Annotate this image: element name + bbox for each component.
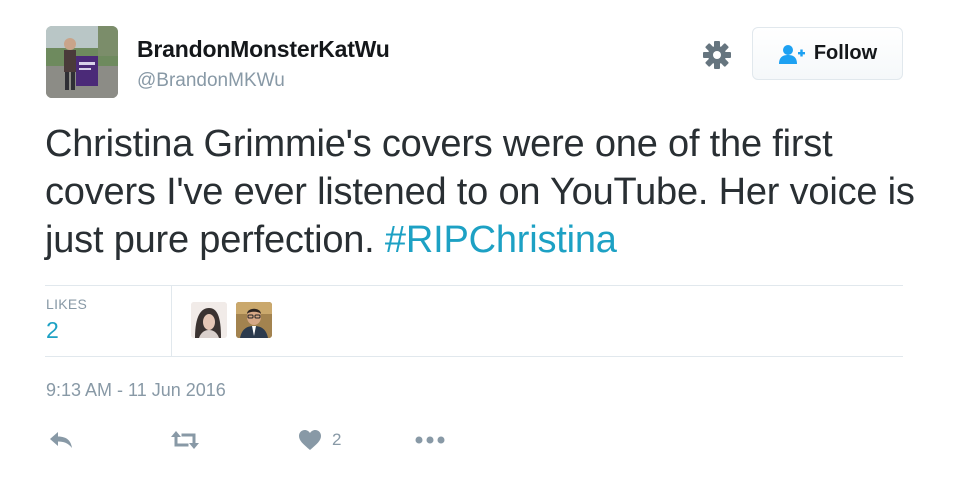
follow-button[interactable]: Follow: [752, 27, 903, 80]
gear-icon[interactable]: [700, 38, 734, 72]
add-user-icon: [778, 44, 805, 64]
liker-avatar[interactable]: [236, 302, 272, 338]
reply-button[interactable]: [48, 428, 74, 452]
more-button[interactable]: [414, 428, 446, 452]
stats-divider-top: [45, 285, 903, 286]
likes-count[interactable]: 2: [46, 317, 59, 344]
heart-icon: [299, 430, 321, 450]
tweet-text: Christina Grimmie's covers were one of t…: [45, 120, 925, 264]
reply-icon: [50, 432, 72, 448]
more-icon: [415, 436, 445, 444]
like-button[interactable]: 2: [298, 428, 341, 452]
liker-avatar[interactable]: [191, 302, 227, 338]
user-avatar[interactable]: [46, 26, 118, 98]
stats-divider-bottom: [45, 356, 903, 357]
stats-vertical-divider: [171, 286, 172, 356]
like-count: 2: [332, 430, 342, 449]
follow-label: Follow: [813, 42, 878, 64]
screen-name[interactable]: @BrandonMKWu: [137, 70, 285, 92]
timestamp[interactable]: 9:13 AM - 11 Jun 2016: [46, 380, 226, 401]
hashtag-link[interactable]: #RIPChristina: [385, 219, 617, 261]
likes-label: LIKES: [46, 296, 88, 312]
display-name[interactable]: BrandonMonsterKatWu: [137, 36, 390, 63]
tweet-card: BrandonMonsterKatWu @BrandonMKWu Follow …: [0, 0, 960, 477]
retweet-button[interactable]: [170, 428, 200, 452]
retweet-icon: [171, 431, 199, 449]
